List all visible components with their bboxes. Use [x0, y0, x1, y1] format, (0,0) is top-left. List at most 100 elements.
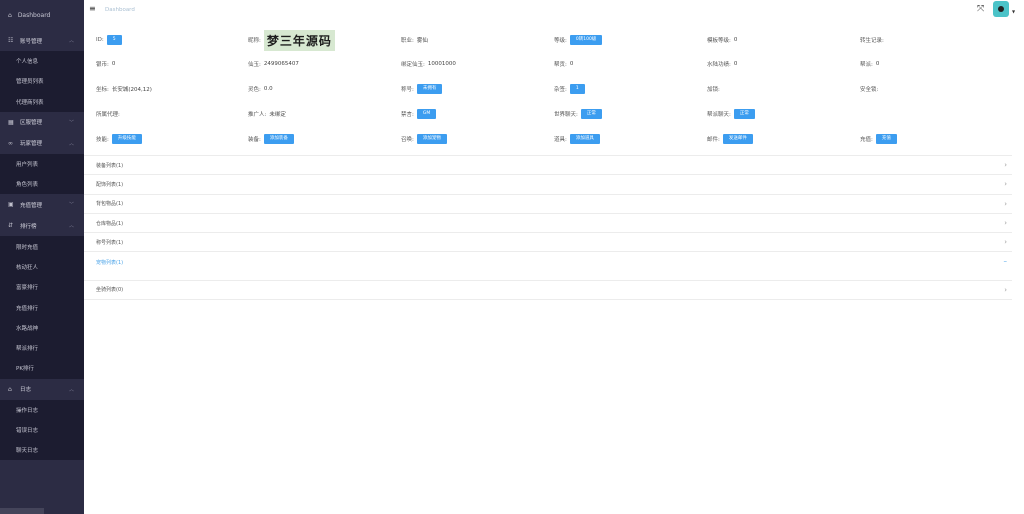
template-level-label: 模板等级:: [707, 38, 731, 44]
chevron-right-icon: ›: [1004, 161, 1007, 169]
collapse-item-equipment[interactable]: 装备列表(1) ›: [84, 156, 1012, 176]
job-value: 雾仙: [416, 38, 428, 44]
silver-label: 银币:: [96, 62, 109, 68]
gang-contrib-label: 帮贡:: [554, 62, 567, 68]
silver-field: 银币: 0: [96, 54, 115, 74]
promoter-label: 推广人:: [248, 112, 267, 118]
prop-label: 道具:: [554, 137, 567, 143]
stamp-button[interactable]: 1: [569, 84, 585, 94]
nav-group-log[interactable]: ⌂ 日志 ︿: [0, 378, 84, 400]
promoter-value: 未绑定: [269, 112, 286, 118]
sidebar-scrollbar[interactable]: [0, 508, 44, 514]
collapse-item-mounts[interactable]: 坐骑列表(0) ›: [84, 281, 1012, 301]
fullscreen-icon[interactable]: ⤧: [977, 4, 984, 14]
gang-field: 帮派: 0: [860, 54, 879, 74]
id-button[interactable]: 5: [106, 35, 122, 45]
nav-group-label: 账号管理: [20, 38, 43, 45]
nav-item-rank-core[interactable]: 核动狂人: [0, 256, 84, 278]
recharge-button[interactable]: 充值: [875, 134, 897, 144]
info-row: 银币: 0 仙玉: 2499065407 绑定仙玉: 10001000 帮贡: …: [84, 54, 1024, 74]
gang-contrib-field: 帮贡: 0: [554, 54, 573, 74]
jade-value: 2499065407: [263, 61, 299, 67]
bound-jade-field: 绑定仙玉: 10001000: [401, 54, 456, 74]
nav-item-user-list[interactable]: 用户列表: [0, 153, 84, 175]
nav-item-rank-recharge[interactable]: 充值排行: [0, 297, 84, 318]
title-button[interactable]: 未拥有: [416, 84, 443, 94]
send-mail-button[interactable]: 发送邮件: [722, 134, 753, 144]
coordinate-field: 坐标: 长安城(204,12): [96, 79, 152, 99]
nav-item-rank-pk[interactable]: PK排行: [0, 358, 84, 379]
gm-button[interactable]: GM: [416, 109, 437, 119]
chevron-right-icon: ›: [1004, 199, 1007, 208]
nav-group-label: 充值管理: [20, 202, 43, 209]
job-field: 职业: 雾仙: [401, 30, 428, 50]
collapse-item-warehouse[interactable]: 仓库物品(1) ›: [84, 214, 1012, 234]
add-pet-button[interactable]: 添加宠物: [416, 134, 447, 144]
breadcrumb[interactable]: Dashboard: [105, 7, 135, 13]
nav-item-error-log[interactable]: 错误日志: [0, 419, 84, 441]
nav-item-profile[interactable]: 个人信息: [0, 51, 84, 72]
nav-group-player[interactable]: ∞ 玩家管理 ︿: [0, 132, 84, 154]
nav-item-role-list[interactable]: 角色列表: [0, 174, 84, 195]
caret-down-icon[interactable]: ▼: [1012, 9, 1015, 14]
nickname-value: 梦三年源码: [263, 29, 335, 51]
nav-group-account[interactable]: ☷ 账号管理 ︿: [0, 30, 84, 51]
sidebar-filler: [0, 460, 84, 514]
nav-item-rank-limited[interactable]: 限时充值: [0, 236, 84, 257]
equip-label: 装备:: [248, 137, 261, 143]
nav-item-agent-list[interactable]: 代理商列表: [0, 91, 84, 112]
water-merit-field: 水陆功绩: 0: [707, 54, 737, 74]
collapse-item-pets[interactable]: 宠物列表(1) –: [84, 252, 1012, 271]
add-equip-button[interactable]: 添加装备: [263, 134, 294, 144]
lock-field: 加锁:: [707, 79, 723, 99]
collapse-item-backpack[interactable]: 背包物品(1) ›: [84, 195, 1012, 214]
safe-lock-label: 安全锁:: [860, 87, 879, 93]
gang-chat-button[interactable]: 正常: [733, 109, 755, 119]
agent-label: 所属代理:: [96, 112, 120, 118]
nav-item-op-log[interactable]: 操作日志: [0, 399, 84, 420]
water-merit-label: 水陆功绩:: [707, 62, 731, 68]
chevron-down-icon: ﹀: [68, 119, 74, 126]
stamp-label: 杂签:: [554, 87, 567, 93]
add-prop-button[interactable]: 添加道具: [569, 134, 600, 144]
nav-group-ranking[interactable]: ⇵ 排行榜 ︿: [0, 215, 84, 237]
world-chat-button[interactable]: 正常: [580, 109, 602, 119]
hamburger-menu-icon[interactable]: ≡: [89, 5, 96, 13]
charm-field: 灵色: 0.0: [248, 79, 273, 99]
nav-item-rank-rich[interactable]: 富豪排行: [0, 277, 84, 298]
chevron-down-icon: ﹀: [68, 202, 74, 209]
lock-label: 加锁:: [707, 87, 720, 93]
rebirth-label: 转生记录:: [860, 38, 884, 44]
recharge-label: 充值:: [860, 137, 873, 143]
nav-group-server[interactable]: ▦ 区服管理 ﹀: [0, 111, 84, 133]
nav-item-admin-list[interactable]: 管理员列表: [0, 71, 84, 92]
water-merit-value: 0: [733, 61, 738, 67]
nav-group-recharge[interactable]: ▣ 充值管理 ﹀: [0, 194, 84, 216]
upgrade-skill-button[interactable]: 升级技能: [111, 134, 142, 144]
agent-field: 所属代理:: [96, 104, 123, 124]
level-label: 等级:: [554, 38, 567, 44]
mute-field: 禁言: GM: [401, 104, 437, 124]
level-button[interactable]: 0转100级: [569, 35, 603, 45]
bound-jade-value: 10001000: [427, 61, 456, 67]
avatar[interactable]: [993, 1, 1009, 17]
sidebar-brand[interactable]: ⌂ Dashboard: [0, 0, 84, 30]
nav-item-rank-gang[interactable]: 帮派排行: [0, 337, 84, 359]
nav-item-chat-log[interactable]: 聊天日志: [0, 440, 84, 461]
title-label: 称号:: [401, 87, 414, 93]
nav-group-label: 排行榜: [20, 223, 37, 230]
bound-jade-label: 绑定仙玉:: [401, 62, 425, 68]
chevron-right-icon: ›: [1004, 218, 1007, 227]
home-icon: ⌂: [8, 385, 12, 393]
collapse-item-titles[interactable]: 称号列表(1) ›: [84, 233, 1012, 253]
mail-field: 邮件: 发送邮件: [707, 129, 753, 149]
skill-label: 技能:: [96, 137, 109, 143]
collapse-item-accessories[interactable]: 配饰列表(1) ›: [84, 175, 1012, 195]
coordinate-label: 坐标:: [96, 87, 109, 93]
mail-label: 邮件:: [707, 137, 720, 143]
charm-value: 0.0: [263, 86, 273, 92]
nav-group-label: 玩家管理: [20, 141, 43, 148]
gang-chat-field: 帮派聊天: 正常: [707, 104, 755, 124]
title-field: 称号: 未拥有: [401, 79, 443, 99]
nav-item-rank-water[interactable]: 水路战神: [0, 317, 84, 338]
